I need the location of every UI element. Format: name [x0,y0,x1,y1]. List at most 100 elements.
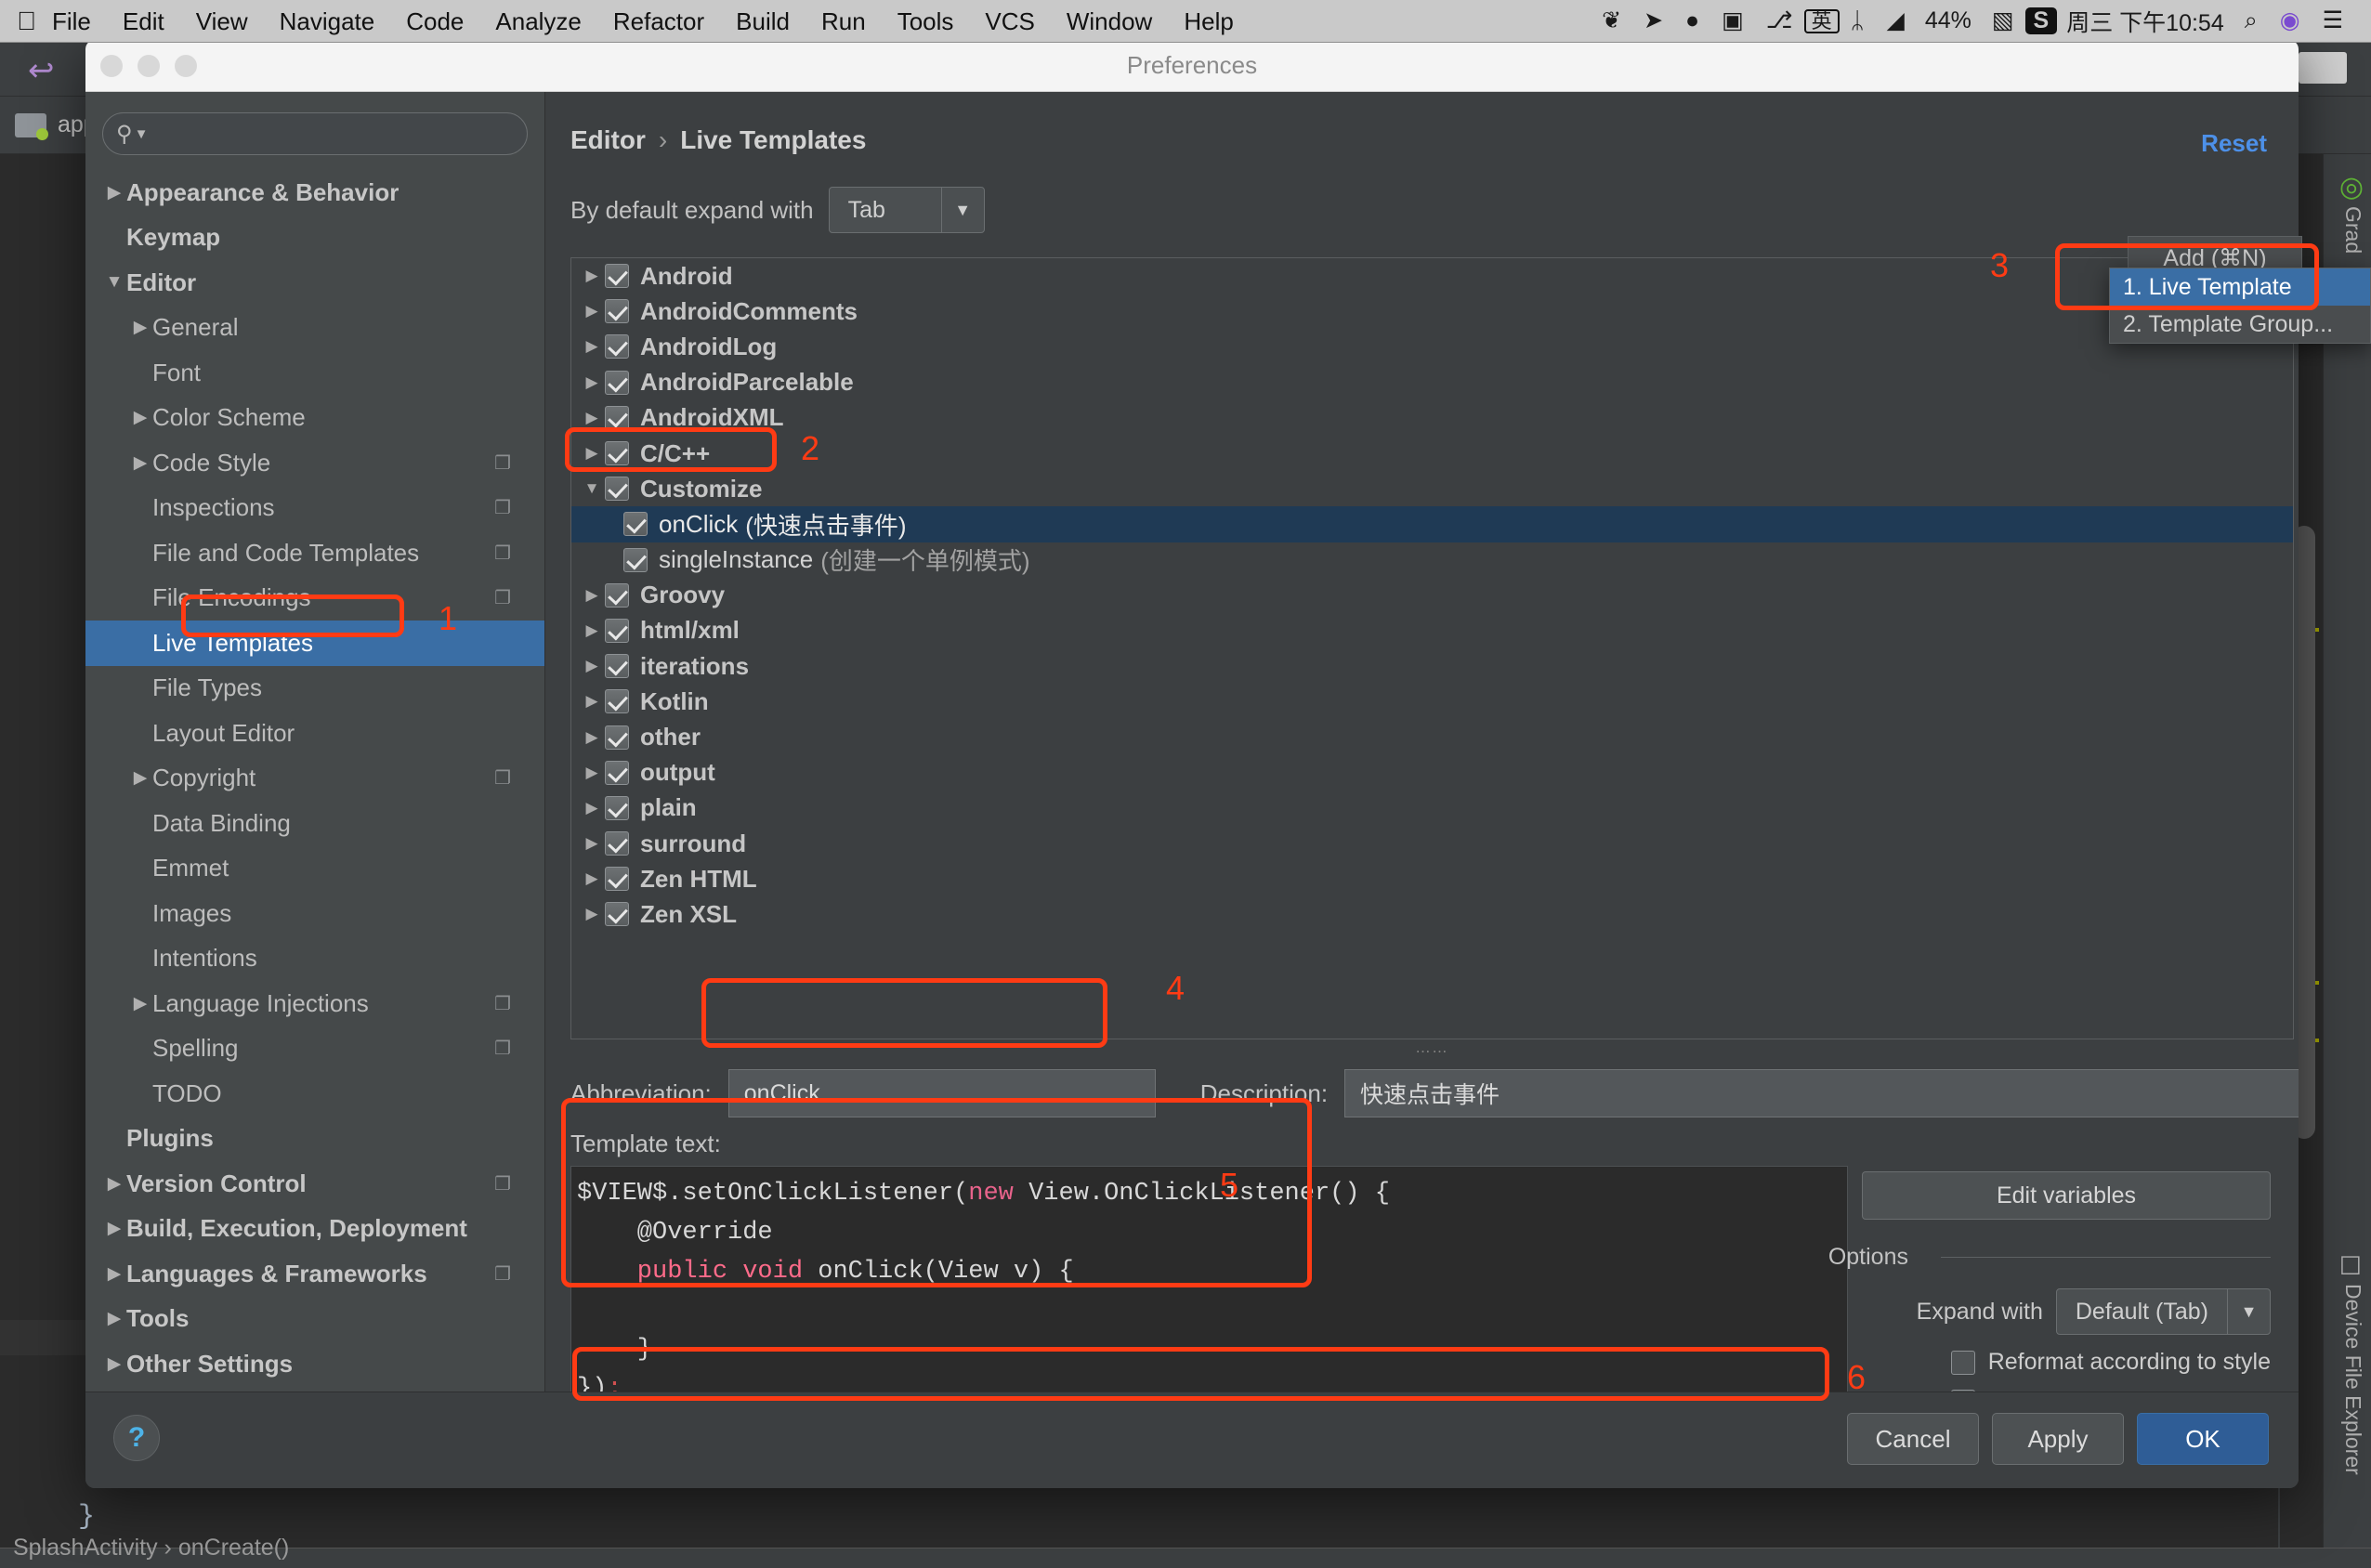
control-center-icon[interactable]: ☰ [2312,9,2354,33]
chevron-right-icon[interactable]: ▶ [579,657,605,675]
copy-settings-icon[interactable]: ❐ [494,542,511,565]
tab-device-file-explorer[interactable]: Device File Explorer [2340,1284,2365,1475]
chevron-right-icon[interactable]: ▶ [579,869,605,888]
chevron-right-icon[interactable]: ▶ [128,317,152,338]
sidebar-item-layout-editor[interactable]: Layout Editor [85,711,544,756]
sidebar-item-color-scheme[interactable]: ▶ Color Scheme [85,396,544,441]
apply-button[interactable]: Apply [1992,1413,2124,1465]
chevron-right-icon[interactable]: ▶ [579,409,605,427]
add-template-menu[interactable]: 1. Live Template 2. Template Group... [2109,268,2371,344]
battery-icon[interactable]: ▧ [1981,9,2025,33]
template-checkbox[interactable] [605,582,629,608]
menu-analyze[interactable]: Analyze [479,1,597,42]
sidebar-item-emmet[interactable]: Emmet [85,846,544,892]
chevron-right-icon[interactable]: ▶ [128,407,152,428]
template-checkbox[interactable] [605,441,629,466]
sidebar-item-other-settings[interactable]: ▶ Other Settings [85,1341,544,1387]
reset-link[interactable]: Reset [2201,129,2267,158]
chevron-right-icon[interactable]: ▶ [128,767,152,789]
chevron-right-icon[interactable]: ▶ [579,621,605,640]
template-group-row[interactable]: ▶ other [571,719,2293,754]
sidebar-item-inspections[interactable]: Inspections ❐ [85,486,544,531]
template-group-row[interactable]: ▶ AndroidXML [571,400,2293,436]
template-checkbox[interactable] [605,334,629,359]
template-text-editor[interactable]: $VIEW$.setOnClickListener(new View.OnCli… [570,1166,1848,1429]
menu-vcs[interactable]: VCS [969,1,1050,42]
sidebar-item-version-control[interactable]: ▶ Version Control ❐ [85,1161,544,1207]
template-checkbox[interactable] [605,618,629,643]
sidebar-item-intentions[interactable]: Intentions [85,936,544,982]
apple-icon[interactable]:  [17,7,36,36]
chevron-down-icon[interactable]: ▼ [135,126,149,142]
search-input[interactable] [155,121,514,147]
chevron-right-icon[interactable]: ▶ [579,692,605,711]
menu-window[interactable]: Window [1051,1,1168,42]
chevron-right-icon[interactable]: ▶ [102,182,126,203]
telegram-icon[interactable]: ➤ [1632,9,1674,33]
template-group-row[interactable]: ▶ surround [571,826,2293,861]
template-group-row[interactable]: ▶ Groovy [571,578,2293,613]
spotlight-search-icon[interactable]: ⌕ [2233,9,2269,33]
copy-settings-icon[interactable]: ❐ [494,1172,511,1196]
add-template-group-menu-item[interactable]: 2. Template Group... [2110,306,2370,343]
template-checkbox[interactable] [605,264,629,289]
chevron-right-icon[interactable]: ▶ [579,728,605,747]
chevron-down-icon[interactable]: ▼ [579,479,605,498]
sidebar-item-file-types[interactable]: File Types [85,666,544,712]
sidebar-item-file-encodings[interactable]: File Encodings ❐ [85,576,544,621]
ok-button[interactable]: OK [2137,1413,2269,1465]
chevron-right-icon[interactable]: ▶ [102,1173,126,1195]
sidebar-item-keymap[interactable]: Keymap [85,216,544,261]
bluetooth-icon[interactable]: ᛦ [1840,9,1876,33]
sidebar-item-file-and-code-templates[interactable]: File and Code Templates ❐ [85,530,544,576]
template-row[interactable]: singleInstance (创建一个单例模式) [571,542,2293,578]
template-group-row[interactable]: ▶ plain [571,791,2293,826]
menu-view[interactable]: View [180,1,264,42]
template-checkbox[interactable] [605,760,629,785]
sidebar-item-editor[interactable]: ▼ Editor [85,260,544,306]
template-group-row[interactable]: ▶ C/C++ [571,436,2293,471]
chevron-right-icon[interactable]: ▶ [579,834,605,853]
option-reformat-row[interactable]: Reformat according to style [1950,1349,2271,1376]
chevron-right-icon[interactable]: ▶ [102,1263,126,1285]
template-checkbox[interactable] [605,405,629,430]
template-group-row[interactable]: ▶ AndroidParcelable [571,365,2293,400]
chevron-right-icon[interactable]: ▶ [579,373,605,392]
menu-code[interactable]: Code [390,1,479,42]
cancel-button[interactable]: Cancel [1847,1413,1979,1465]
siri-icon[interactable]: ◉ [2269,9,2312,33]
template-checkbox[interactable] [605,902,629,927]
back-icon[interactable]: ↩ [28,52,55,89]
add-live-template-menu-item[interactable]: 1. Live Template [2110,268,2370,306]
chevron-down-icon[interactable]: ▼ [102,272,126,293]
chevron-right-icon[interactable]: ▶ [579,799,605,817]
chevron-right-icon[interactable]: ▶ [579,302,605,320]
template-group-row[interactable]: ▶ Zen XSL [571,896,2293,932]
breadcrumb-root[interactable]: Editor [570,125,646,154]
sidebar-item-images[interactable]: Images [85,891,544,936]
menu-refactor[interactable]: Refactor [597,1,720,42]
settings-search-box[interactable]: ⚲ ▼ [102,112,528,155]
template-checkbox[interactable] [605,831,629,856]
chevron-right-icon[interactable]: ▶ [579,267,605,285]
template-group-row[interactable]: ▶ iterations [571,648,2293,684]
template-row[interactable]: onClick (快速点击事件) [571,506,2293,542]
chevron-down-icon[interactable]: ▼ [940,188,984,232]
avatar[interactable] [2299,52,2347,84]
tab-gradle[interactable]: Grad [2340,206,2365,254]
wifi-icon[interactable]: ◢ [1876,9,1916,33]
chevron-right-icon[interactable]: ▶ [579,905,605,923]
description-input[interactable] [1344,1069,2299,1117]
copy-settings-icon[interactable]: ❐ [494,766,511,790]
template-checkbox[interactable] [605,370,629,395]
copy-settings-icon[interactable]: ❐ [494,1262,511,1286]
expand-with-select[interactable]: Default (Tab) ▼ [2055,1288,2271,1335]
template-group-row[interactable]: ▶ Zen HTML [571,861,2293,896]
edit-variables-button[interactable]: Edit variables [1862,1171,2271,1220]
template-group-row[interactable]: ▶ html/xml [571,613,2293,648]
sidebar-item-data-binding[interactable]: Data Binding [85,801,544,846]
template-checkbox[interactable] [605,795,629,820]
mic-icon[interactable]: ⎇ [1755,9,1804,33]
chevron-right-icon[interactable]: ▶ [579,444,605,463]
template-checkbox[interactable] [623,512,648,537]
